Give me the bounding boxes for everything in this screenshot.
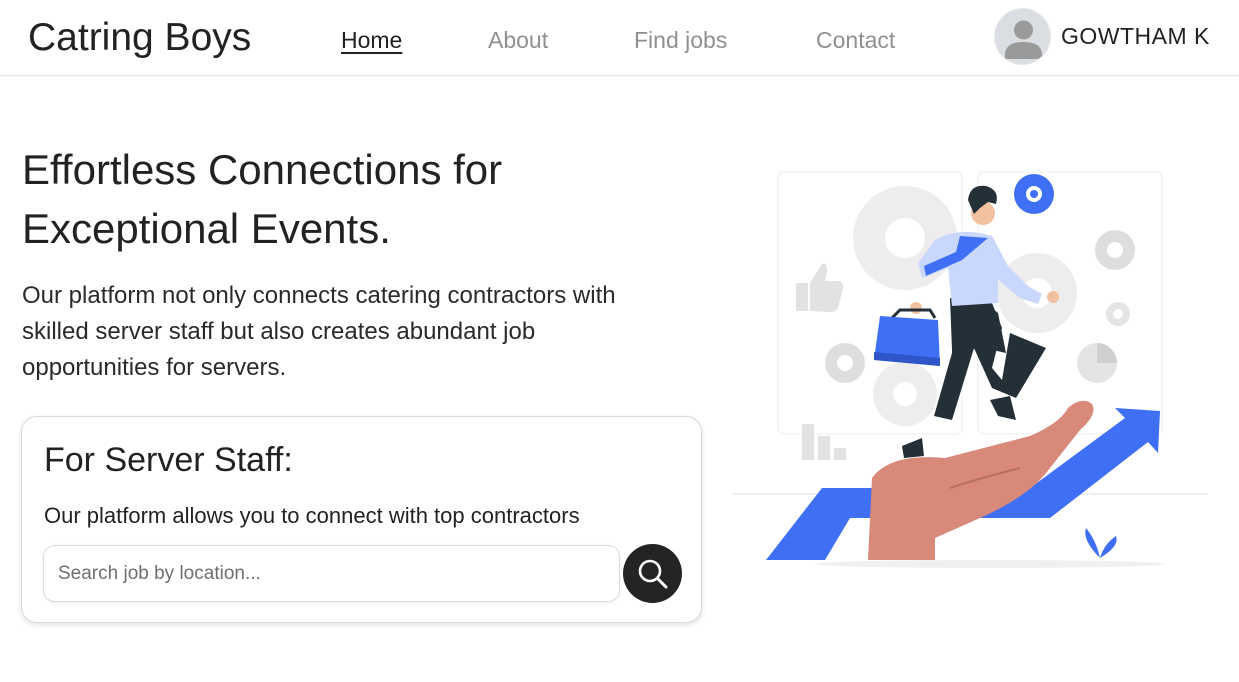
hero-title-line-2: Exceptional Events.: [22, 205, 391, 252]
nav-link-contact[interactable]: Contact: [816, 27, 895, 54]
card-title: For Server Staff:: [44, 441, 293, 479]
user-avatar-icon[interactable]: [994, 7, 1051, 65]
user-profile-menu[interactable]: GOWTHAM K: [994, 7, 1210, 65]
hero-description-line-1: Our platform not only connects catering …: [22, 282, 616, 309]
nav-link-home[interactable]: Home: [341, 27, 402, 54]
search-button[interactable]: [623, 544, 682, 603]
brand-logo-text[interactable]: Catring Boys: [28, 16, 251, 60]
hero-title: Effortless Connections for Exceptional E…: [22, 140, 662, 258]
card-description: Our platform allows you to connect with …: [44, 503, 580, 528]
hero-title-line-1: Effortless Connections for: [22, 146, 503, 193]
server-staff-card: For Server Staff: Our platform allows yo…: [21, 416, 702, 623]
hero-description-line-2: skilled server staff but also creates ab…: [22, 318, 536, 345]
nav-link-find-jobs[interactable]: Find jobs: [634, 27, 727, 54]
location-search-input[interactable]: [43, 545, 620, 602]
top-navbar: Catring Boys Home About Find jobs Contac…: [0, 0, 1239, 76]
nav-link-about[interactable]: About: [488, 27, 548, 54]
career-growth-illustration: [732, 171, 1208, 568]
hero-description: Our platform not only connects catering …: [22, 278, 722, 386]
hero-description-line-3: opportunities for servers.: [22, 354, 287, 381]
user-name: GOWTHAM K: [1061, 22, 1210, 49]
search-icon: [638, 559, 667, 588]
